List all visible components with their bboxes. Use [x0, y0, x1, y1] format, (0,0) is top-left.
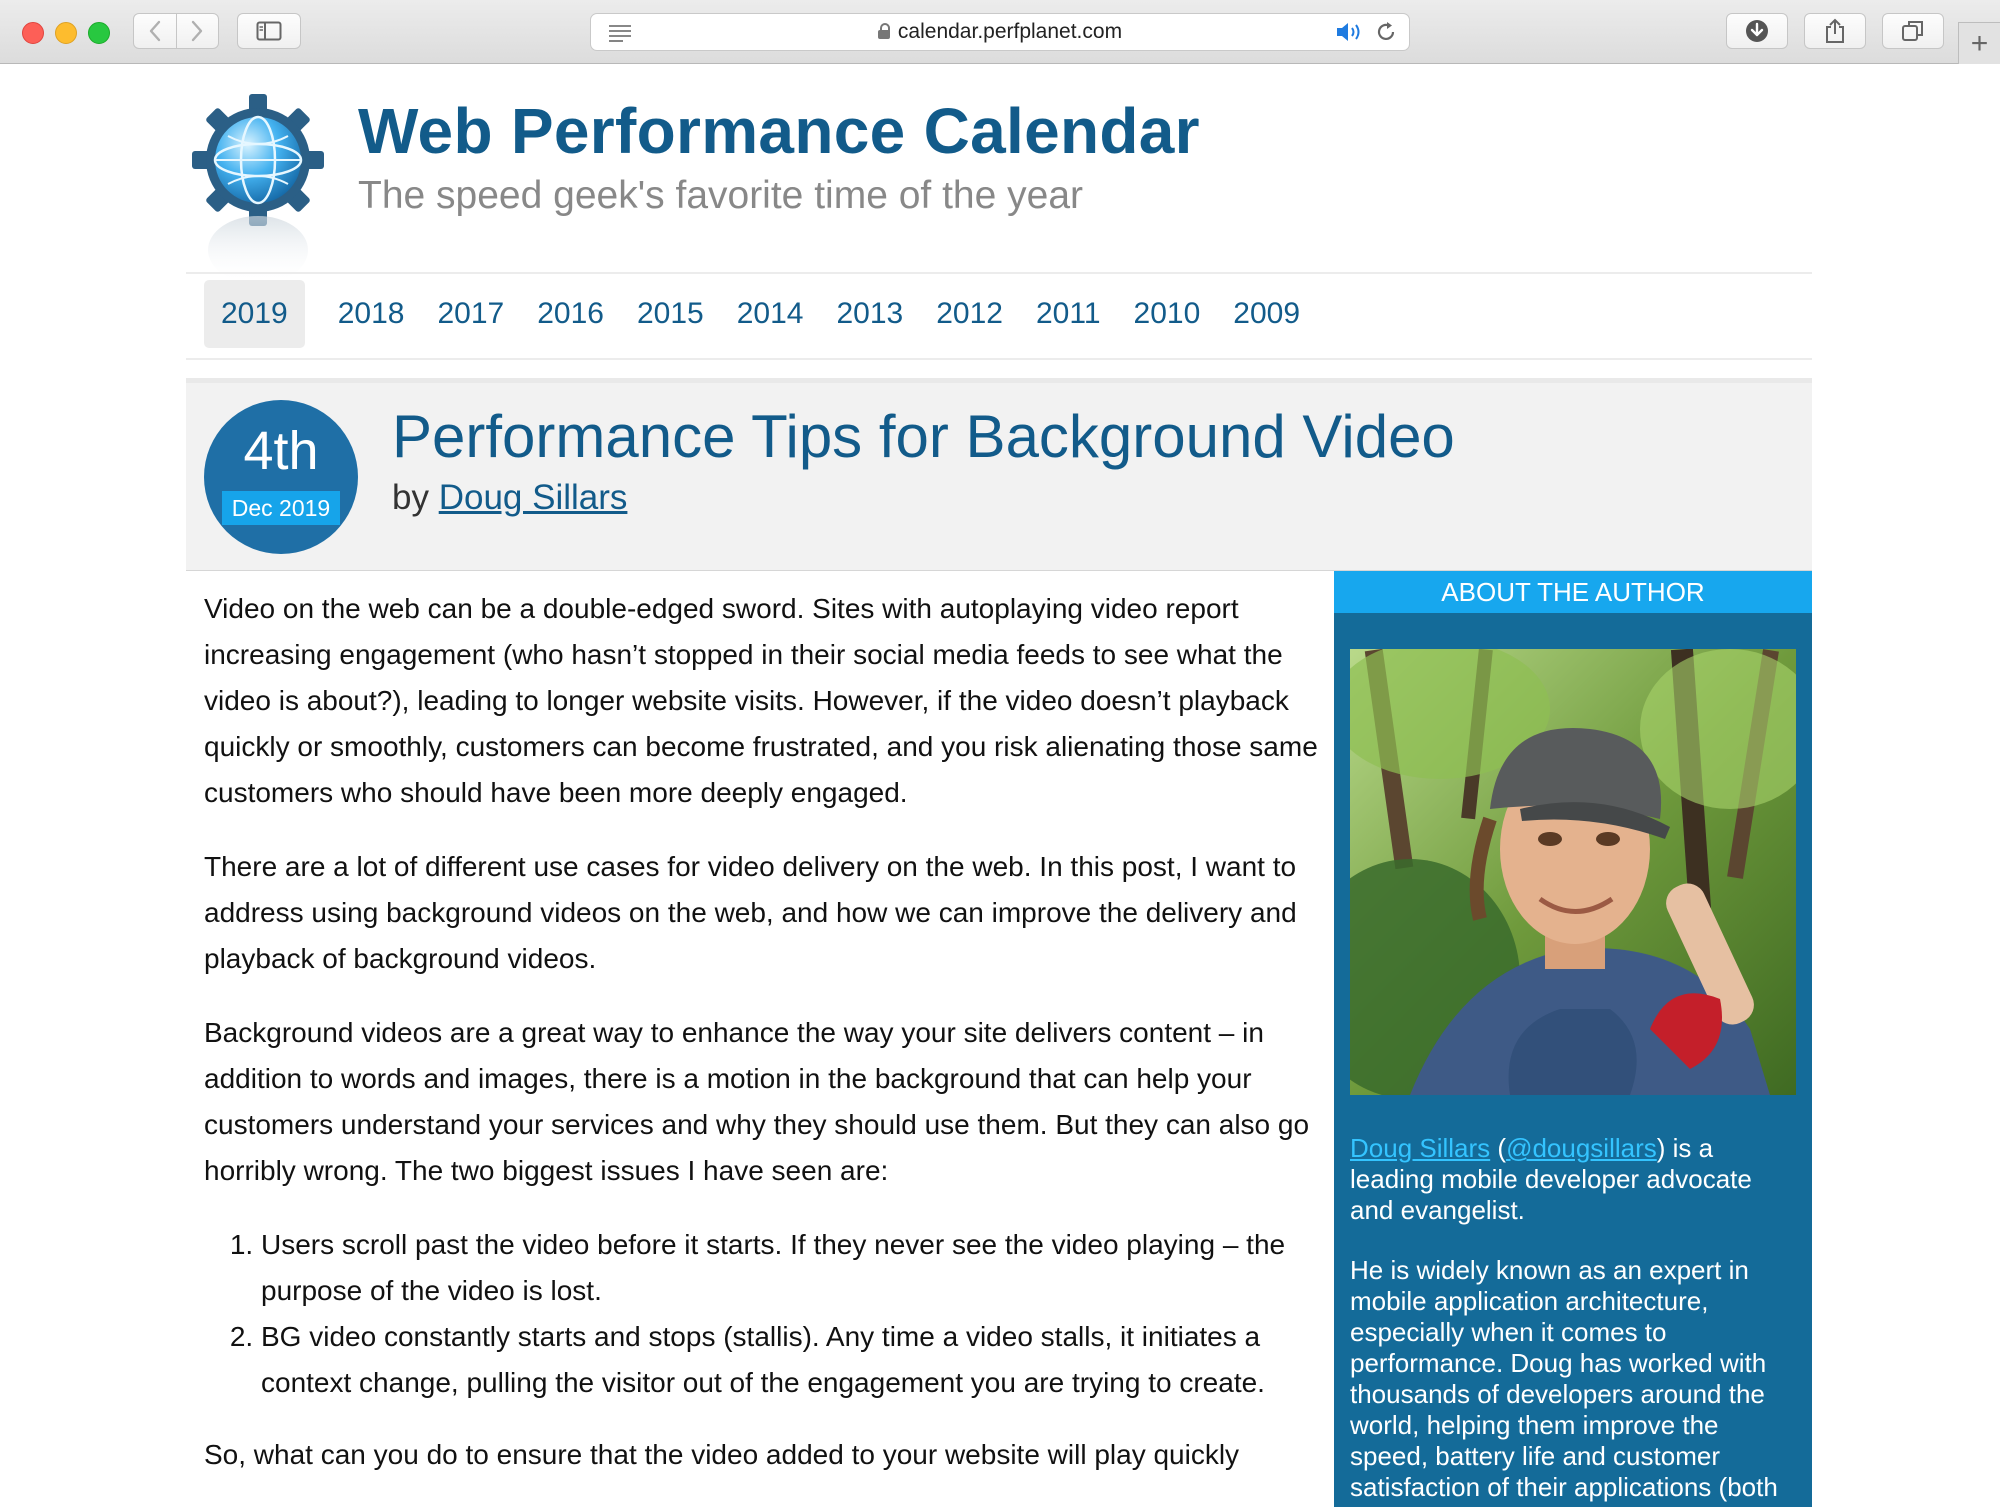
share-button[interactable] [1804, 13, 1866, 49]
year-tab-2014[interactable]: 2014 [737, 280, 804, 348]
url-display[interactable]: calendar.perfplanet.com [591, 14, 1409, 50]
author-photo [1350, 649, 1796, 1095]
site-logo[interactable] [192, 90, 332, 290]
paragraph: Background videos are a great way to enh… [204, 1017, 1310, 1186]
author-twitter-link[interactable]: @dougsillars [1506, 1133, 1657, 1163]
about-author-panel: ABOUT THE AUTHOR Doug Sillars (@dougsill… [1334, 571, 1812, 1507]
sidebar-icon [256, 21, 282, 41]
close-window-button[interactable] [22, 22, 44, 44]
date-day: 4th [243, 421, 319, 481]
browser-toolbar: calendar.perfplanet.com + [0, 0, 2000, 64]
date-month: Dec 2019 [222, 491, 340, 525]
post-byline: by Doug Sillars [392, 478, 627, 518]
year-tab-2016[interactable]: 2016 [537, 280, 604, 348]
date-badge: 4th Dec 2019 [204, 400, 358, 554]
header-divider [186, 272, 1812, 274]
nav-divider [186, 358, 1812, 360]
author-bio-intro: Doug Sillars (@dougsillars) is a leading… [1350, 1133, 1790, 1226]
plus-icon: + [1970, 26, 1989, 60]
year-tab-2017[interactable]: 2017 [438, 280, 505, 348]
year-tab-2019[interactable]: 2019 [204, 280, 305, 348]
paragraph: Video on the web can be a double-edged s… [204, 593, 1318, 808]
about-author-heading: ABOUT THE AUTHOR [1334, 571, 1812, 613]
show-sidebar-button[interactable] [237, 13, 301, 49]
site-title[interactable]: Web Performance Calendar [358, 94, 1200, 168]
back-icon [149, 20, 160, 42]
handle-open: ( [1490, 1133, 1507, 1163]
site-tagline: The speed geek's favorite time of the ye… [358, 174, 1084, 217]
tab-overview-button[interactable] [1882, 13, 1944, 49]
year-tab-2011[interactable]: 2011 [1036, 280, 1101, 348]
year-tab-2018[interactable]: 2018 [338, 280, 405, 348]
issues-list: Users scroll past the video before it st… [204, 1222, 1324, 1406]
list-item: Users scroll past the video before it st… [261, 1222, 1324, 1314]
lock-icon [877, 23, 890, 39]
year-tab-2009[interactable]: 2009 [1233, 280, 1300, 348]
year-tab-2010[interactable]: 2010 [1134, 280, 1201, 348]
zoom-window-button[interactable] [88, 22, 110, 44]
url-text: calendar.perfplanet.com [897, 20, 1123, 43]
author-name-link[interactable]: Doug Sillars [1350, 1133, 1490, 1163]
year-tab-2015[interactable]: 2015 [637, 280, 704, 348]
author-bio: Doug Sillars (@dougsillars) is a leading… [1350, 1133, 1790, 1507]
forward-icon [192, 20, 203, 42]
address-bar[interactable]: calendar.perfplanet.com [590, 13, 1410, 51]
back-button[interactable] [134, 14, 176, 48]
author-bio-second: He is widely known as an expert in mobil… [1350, 1255, 1778, 1502]
year-navigation: 2019 2018 2017 2016 2015 2014 2013 2012 … [204, 280, 1333, 348]
download-icon [1746, 20, 1768, 42]
history-nav [133, 13, 219, 49]
minimize-window-button[interactable] [55, 22, 77, 44]
article-body: Video on the web can be a double-edged s… [204, 586, 1324, 1506]
byline-prefix: by [392, 478, 429, 517]
year-tab-2013[interactable]: 2013 [837, 280, 904, 348]
audio-icon[interactable] [1335, 20, 1365, 44]
list-item: BG video constantly starts and stops (st… [261, 1314, 1324, 1406]
forward-button[interactable] [175, 14, 219, 48]
new-tab-button[interactable]: + [1958, 22, 2000, 64]
year-tab-2012[interactable]: 2012 [936, 280, 1003, 348]
paragraph: There are a lot of different use cases f… [204, 851, 1297, 974]
tabs-icon [1902, 21, 1923, 41]
share-icon [1826, 18, 1844, 43]
downloads-button[interactable] [1726, 13, 1788, 49]
reload-icon[interactable] [1375, 21, 1397, 43]
paragraph: So, what can you do to ensure that the v… [204, 1439, 1240, 1470]
post-title[interactable]: Performance Tips for Background Video [392, 402, 1455, 471]
author-link[interactable]: Doug Sillars [439, 478, 628, 517]
